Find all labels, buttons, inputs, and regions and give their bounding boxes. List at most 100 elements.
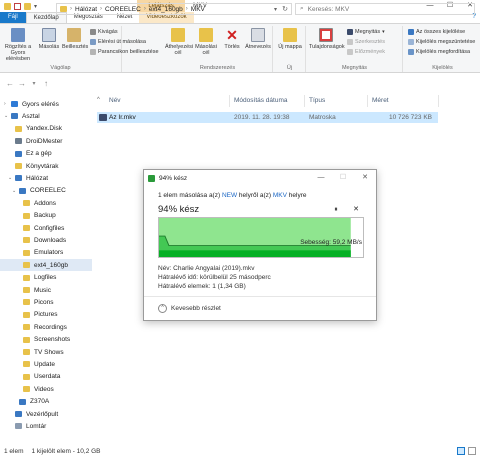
- column-type[interactable]: Típus: [309, 97, 325, 104]
- forward-icon[interactable]: →: [16, 79, 28, 88]
- breadcrumb-network[interactable]: Hálózat: [75, 6, 97, 13]
- expand-caret-icon[interactable]: ›: [4, 101, 10, 107]
- nav-item[interactable]: Configfiles: [0, 222, 92, 234]
- paste-button[interactable]: Beillesztés: [62, 28, 88, 50]
- nav-item[interactable]: Recordings: [0, 321, 92, 333]
- chevron-right-icon[interactable]: ›: [186, 6, 188, 12]
- source-link[interactable]: NEW: [222, 192, 237, 199]
- column-size[interactable]: Méret: [372, 97, 389, 104]
- nav-item[interactable]: Update: [0, 358, 92, 370]
- nav-item[interactable]: Userdata: [0, 371, 92, 383]
- nav-item[interactable]: Könyvtárak: [0, 160, 92, 172]
- dialog-minimize-button[interactable]: —: [310, 170, 332, 186]
- nav-item[interactable]: › Gyors elérés: [0, 98, 92, 110]
- pin-button[interactable]: Rögzítés a Gyors elérésben: [2, 28, 34, 62]
- expand-caret-icon[interactable]: ⌄: [8, 175, 14, 181]
- address-path[interactable]: › Hálózat › COREELEC › ext4_160gb › MKV …: [56, 3, 292, 15]
- chevron-right-icon[interactable]: ›: [100, 6, 102, 12]
- properties-button[interactable]: Tulajdonságok: [309, 28, 345, 50]
- folder-icon: [23, 237, 30, 244]
- open-dropdown-icon: ▾: [382, 29, 385, 35]
- nav-item[interactable]: Logfiles: [0, 272, 92, 284]
- nav-item[interactable]: Picons: [0, 296, 92, 308]
- chevron-down-icon[interactable]: ▾: [274, 6, 277, 13]
- expand-caret-icon[interactable]: ⌄: [4, 113, 10, 119]
- nav-item-label: Gyors elérés: [22, 100, 59, 108]
- search-input[interactable]: ⌕ Keresés: MKV: [295, 3, 475, 15]
- copy-path-button[interactable]: Elérési út másolása: [90, 39, 146, 45]
- nav-item[interactable]: DroiDMester: [0, 135, 92, 147]
- user-icon: [15, 138, 22, 145]
- control-panel-icon: [15, 411, 22, 417]
- nav-item[interactable]: Backup: [0, 210, 92, 222]
- nav-item[interactable]: Vezérlőpult: [0, 408, 92, 420]
- back-icon[interactable]: ←: [4, 79, 16, 88]
- nav-item[interactable]: Screenshots: [0, 334, 92, 346]
- clipboard-group: Rögzítés a Gyors elérésben Másolás Beill…: [0, 26, 159, 72]
- column-separator[interactable]: [438, 95, 439, 107]
- select-all-button[interactable]: Az összes kijelölése: [408, 29, 465, 35]
- nav-item-label: Yandex.Disk: [26, 125, 63, 133]
- nav-item[interactable]: Yandex.Disk: [0, 123, 92, 135]
- copy-to-button[interactable]: Másolási cél: [193, 28, 219, 56]
- folder-icon[interactable]: [4, 2, 11, 10]
- delete-button[interactable]: ✕ Törlés: [221, 28, 243, 50]
- large-icons-view-icon[interactable]: [468, 447, 476, 455]
- chevron-right-icon[interactable]: ›: [144, 6, 146, 12]
- column-date[interactable]: Módosítás dátuma: [234, 97, 287, 104]
- invert-selection-button[interactable]: Kijelölés megfordítása: [408, 49, 470, 55]
- copy-button[interactable]: Másolás: [38, 28, 60, 50]
- nav-item[interactable]: Addons: [0, 197, 92, 209]
- copy-description-prefix: 1 elem másolása a(z): [158, 192, 222, 199]
- nav-item[interactable]: Pictures: [0, 309, 92, 321]
- customize-dropdown-icon[interactable]: ▾: [34, 3, 37, 10]
- pause-button[interactable]: ⏸: [330, 204, 342, 216]
- table-row[interactable]: Az Ir.mkv 2019. 11. 28. 19:38 Matroska 1…: [97, 112, 438, 123]
- nav-item[interactable]: Z370A: [0, 396, 92, 408]
- nav-item[interactable]: Ez a gép: [0, 148, 92, 160]
- nav-item[interactable]: Music: [0, 284, 92, 296]
- breadcrumb-ext4[interactable]: ext4_160gb: [149, 6, 183, 13]
- new-folder-button[interactable]: Új mappa: [277, 28, 303, 50]
- less-details-button[interactable]: ^ Kevesebb részlet: [158, 304, 221, 313]
- properties-icon[interactable]: [14, 2, 21, 10]
- rename-button[interactable]: Átnevezés: [245, 28, 271, 50]
- nav-item[interactable]: Downloads: [0, 234, 92, 246]
- edit-button[interactable]: Szerkesztés: [347, 39, 385, 45]
- tab-file[interactable]: Fájl: [0, 12, 26, 23]
- paste-shortcut-button[interactable]: Parancsikon beillesztése: [90, 49, 159, 55]
- new-folder-icon[interactable]: [24, 2, 31, 10]
- nav-item[interactable]: ⌄ Hálózat: [0, 172, 92, 184]
- nav-item[interactable]: Emulators: [0, 247, 92, 259]
- chevron-right-icon[interactable]: ›: [70, 6, 72, 12]
- column-separator[interactable]: [367, 95, 368, 107]
- breadcrumb-coreelec[interactable]: COREELEC: [105, 6, 141, 13]
- details-view-icon[interactable]: [457, 447, 465, 455]
- open-button[interactable]: Megnyitás ▾: [347, 29, 385, 35]
- nav-item[interactable]: Videos: [0, 383, 92, 395]
- nav-item[interactable]: ext4_160gb: [0, 259, 92, 272]
- nav-item[interactable]: ⌄ Asztal: [0, 110, 92, 122]
- history-button[interactable]: Előzmények: [347, 49, 385, 55]
- recent-dropdown-icon[interactable]: ▾: [28, 80, 40, 87]
- cancel-button[interactable]: ✕: [350, 204, 362, 216]
- copy-path-icon: [90, 39, 96, 45]
- move-to-button[interactable]: Áthelyezési cél: [165, 28, 193, 56]
- expand-caret-icon[interactable]: ⌄: [12, 188, 18, 194]
- select-group-label: Kijelölés: [432, 65, 453, 71]
- destination-link[interactable]: MKV: [273, 192, 287, 199]
- select-none-button[interactable]: Kijelölés megszüntetése: [408, 39, 475, 45]
- nav-item[interactable]: Lomtár: [0, 420, 92, 432]
- dialog-close-button[interactable]: ✕: [354, 170, 376, 186]
- column-separator[interactable]: [304, 95, 305, 107]
- refresh-icon[interactable]: ↻: [282, 5, 288, 13]
- nav-item[interactable]: ⌄ COREELEC: [0, 185, 92, 197]
- up-icon[interactable]: ↑: [40, 79, 52, 88]
- column-name[interactable]: Név: [109, 97, 121, 104]
- cut-button[interactable]: Kivágás: [90, 29, 118, 35]
- file-name-info: Név: Charlie Angyalai (2019).mkv: [158, 265, 255, 272]
- column-separator[interactable]: [229, 95, 230, 107]
- nav-item[interactable]: TV Shows: [0, 346, 92, 358]
- breadcrumb-mkv[interactable]: MKV: [191, 6, 205, 13]
- paste-shortcut-icon: [90, 49, 96, 55]
